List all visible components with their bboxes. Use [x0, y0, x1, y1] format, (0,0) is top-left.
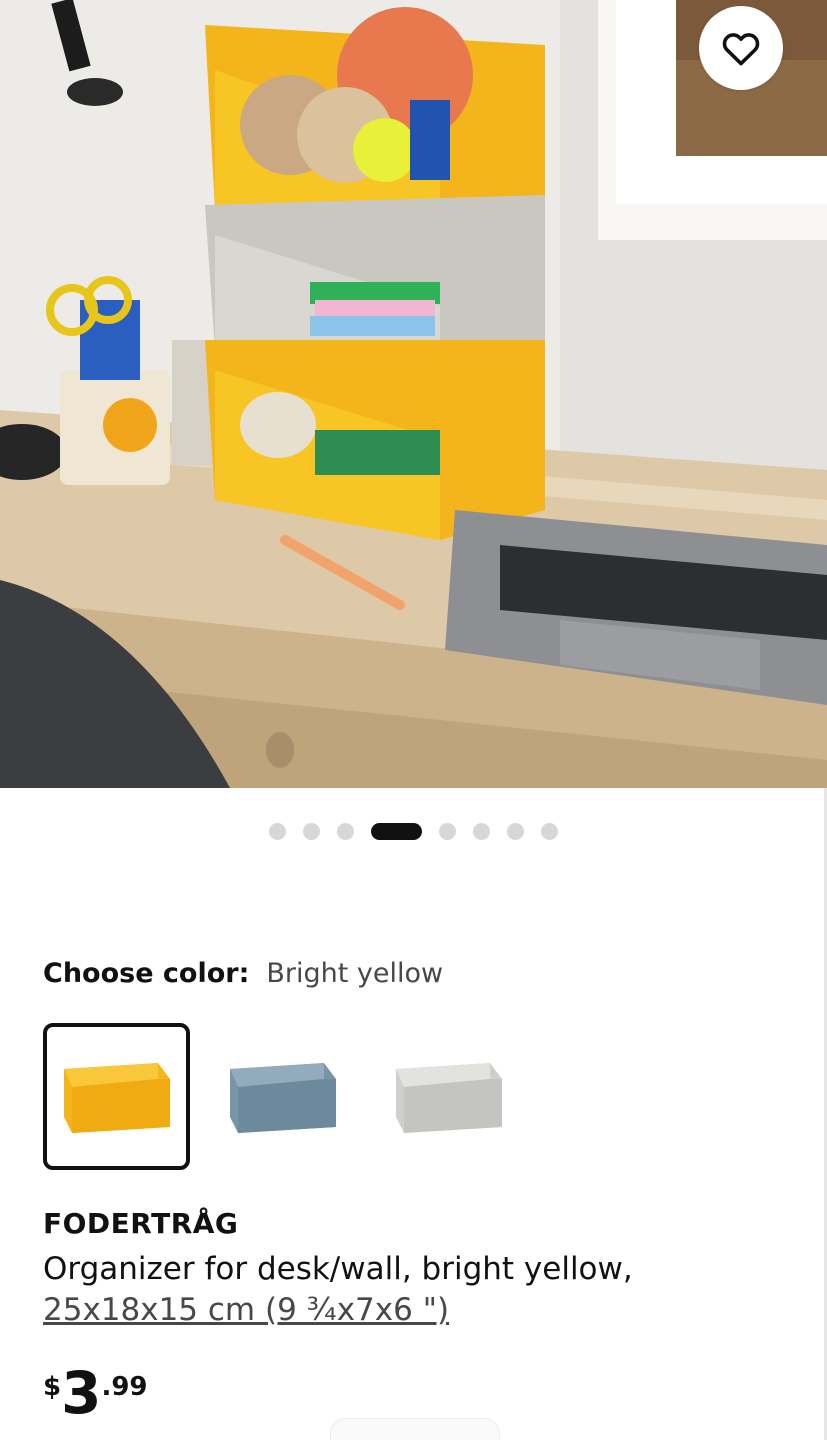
swatch-blue[interactable] — [209, 1023, 356, 1170]
bottom-sheet-handle[interactable] — [330, 1418, 500, 1440]
price-integer: 3 — [61, 1359, 102, 1427]
product-size-link[interactable]: 25x18x15 cm (9 ¾x7x6 ") — [43, 1290, 449, 1331]
product-photo — [0, 0, 827, 788]
gallery-dot[interactable] — [303, 822, 320, 840]
product-description: Organizer for desk/wall, bright yellow, — [43, 1251, 633, 1287]
gallery-dot[interactable] — [439, 822, 456, 840]
selected-color-name: Bright yellow — [266, 957, 444, 989]
organizer-gray-thumbnail — [395, 1062, 502, 1133]
gallery-dot[interactable] — [507, 822, 524, 840]
gallery-dot[interactable] — [371, 822, 422, 840]
heart-outline-icon — [722, 33, 760, 66]
organizer-blue-thumbnail — [229, 1062, 336, 1133]
product-price: $ 3 .99 — [43, 1362, 148, 1432]
product-name: FODERTRÅG — [43, 1207, 239, 1240]
gallery-pagination — [0, 820, 827, 842]
swatch-bright-yellow[interactable] — [43, 1023, 190, 1170]
gallery-dot[interactable] — [337, 822, 354, 840]
organizer-yellow-thumbnail — [63, 1062, 170, 1133]
swatch-light-gray[interactable] — [375, 1023, 522, 1170]
gallery-dot[interactable] — [541, 822, 558, 840]
color-label: Choose color: — [43, 957, 250, 989]
favorite-button[interactable] — [699, 6, 783, 90]
price-decimal: .99 — [101, 1372, 148, 1402]
gallery-dot[interactable] — [473, 822, 490, 840]
price-currency: $ — [43, 1372, 62, 1402]
color-swatches — [43, 1023, 541, 1170]
product-image[interactable] — [0, 0, 827, 788]
color-picker-header: Choose color: Bright yellow — [43, 955, 443, 991]
gallery-dot[interactable] — [269, 822, 286, 840]
